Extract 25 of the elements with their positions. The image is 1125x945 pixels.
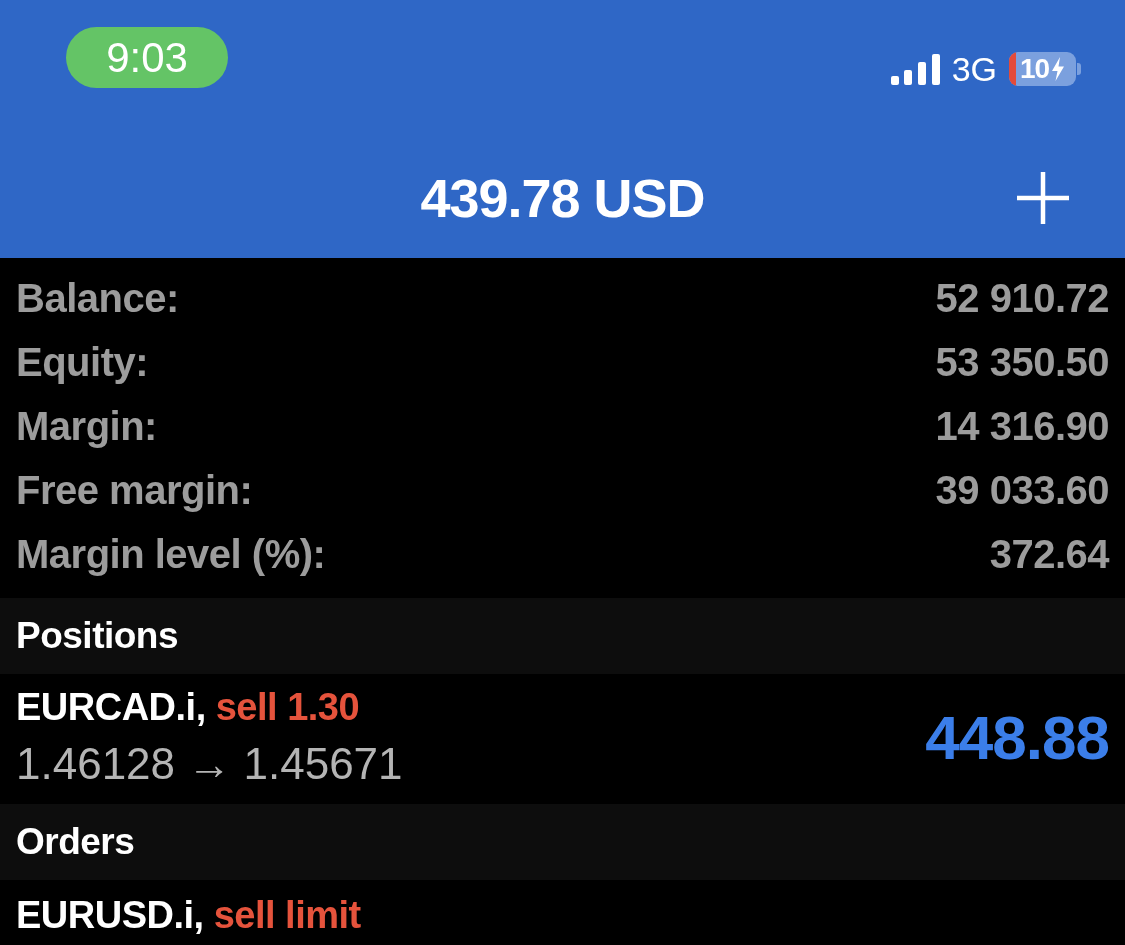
account-value: 52 910.72 [935,275,1109,321]
account-label: Margin: [16,403,157,449]
symbol-text: EURCAD.i, [16,685,206,730]
section-header: Orders [0,804,1125,880]
account-total-title: 439.78 USD [420,166,705,229]
section-header: Positions [0,598,1125,674]
price-change-text: 1.46128 → 1.45671 [16,738,403,790]
account-label: Equity: [16,339,149,385]
network-type: 3G [951,52,997,86]
account-value: 39 033.60 [935,467,1109,513]
account-value: 14 316.90 [935,403,1109,449]
symbol-text: EURUSD.i, [16,893,204,938]
order-type-text: sell limit [213,893,361,938]
status-time: 9:03 [66,27,228,88]
profit-value: 448.88 [925,701,1109,773]
battery-percent: 10 [1020,54,1050,84]
account-label: Free margin: [16,467,253,513]
order-type-text: sell 1.30 [215,685,360,730]
account-label: Margin level (%): [16,531,326,577]
account-value: 53 350.50 [935,339,1109,385]
battery-low-bar [1009,52,1016,86]
plus-icon [1017,171,1069,224]
account-value: 372.64 [989,531,1109,577]
account-label: Balance: [16,275,179,321]
signal-icon [890,53,940,85]
